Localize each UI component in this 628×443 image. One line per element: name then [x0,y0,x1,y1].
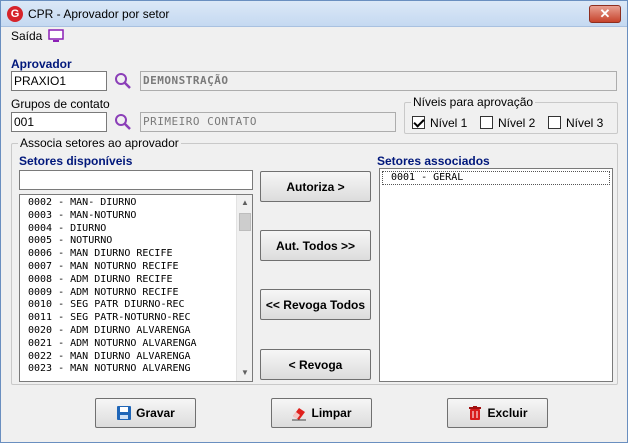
nivel1-label: Nível 1 [430,116,468,130]
list-item[interactable]: 0006 - MAN DIURNO RECIFE [20,248,252,261]
list-item[interactable]: 0009 - ADM NOTURNO RECIFE [20,287,252,300]
limpar-button[interactable]: Limpar [271,398,372,428]
revoga-label: < Revoga [288,357,343,372]
list-item[interactable]: 0023 - MAN NOTURNO ALVARENG [20,363,252,376]
save-icon [117,406,132,420]
aprovador-code-input[interactable]: PRAXIO1 [11,71,107,91]
monitor-icon[interactable] [48,29,64,43]
autoriza-label: Autoriza > [286,179,345,194]
revoga-button[interactable]: < Revoga [260,349,371,380]
list-item[interactable]: 0022 - MAN DIURNO ALVARENGA [20,351,252,364]
menu-saida[interactable]: Saída [11,29,42,43]
list-item[interactable]: 0007 - MAN NOTURNO RECIFE [20,261,252,274]
autoriza-button[interactable]: Autoriza > [260,171,371,202]
disponiveis-label: Setores disponíveis [19,154,133,168]
associa-title: Associa setores ao aprovador [18,136,181,150]
list-scrollbar[interactable]: ▲ ▼ [236,195,252,381]
search-icon[interactable] [114,113,132,131]
excluir-button[interactable]: Excluir [447,398,548,428]
search-icon[interactable] [114,72,132,90]
nivel3-label: Nível 3 [566,116,604,130]
grupos-name-field: PRIMEIRO CONTATO [140,112,396,132]
window-title: CPR - Aprovador por setor [28,7,170,21]
revoga-todos-label: << Revoga Todos [265,297,366,312]
list-item[interactable]: 0002 - MAN- DIURNO [20,197,252,210]
limpar-label: Limpar [311,406,352,420]
gravar-button[interactable]: Gravar [95,398,196,428]
main-window: G CPR - Aprovador por setor ✕ Saída Apro… [0,0,628,443]
filter-input[interactable] [19,170,253,190]
list-item[interactable]: 0008 - ADM DIURNO RECIFE [20,274,252,287]
app-logo-icon: G [7,6,23,22]
niveis-title: Níveis para aprovação [411,95,536,109]
scroll-up-icon[interactable]: ▲ [237,195,252,211]
list-item[interactable]: 0020 - ADM DIURNO ALVARENGA [20,325,252,338]
close-button[interactable]: ✕ [589,5,621,23]
grupos-label: Grupos de contato [11,97,110,111]
nivel2-checkbox[interactable] [480,116,493,129]
gravar-label: Gravar [136,406,175,420]
scroll-down-icon[interactable]: ▼ [237,365,252,381]
eraser-icon [292,408,307,421]
nivel3-checkbox[interactable] [548,116,561,129]
list-item[interactable]: 0011 - SEG PATR-NOTURNO-REC [20,312,252,325]
revoga-todos-button[interactable]: << Revoga Todos [260,289,371,320]
excluir-label: Excluir [487,406,528,420]
scroll-thumb[interactable] [239,213,251,231]
nivel1-checkbox[interactable] [412,116,425,129]
trash-icon [469,406,482,420]
list-item[interactable]: 0010 - SEG PATR DIURNO-REC [20,299,252,312]
associados-list[interactable]: 0001 - GERAL [379,168,613,382]
aut-todos-label: Aut. Todos >> [275,238,356,253]
list-item[interactable]: 0021 - ADM NOTURNO ALVARENGA [20,338,252,351]
aprovador-name-field: DEMONSTRAÇÃO [140,71,617,91]
title-bar[interactable]: G CPR - Aprovador por setor ✕ [1,1,627,27]
list-item[interactable]: 0004 - DIURNO [20,223,252,236]
list-item[interactable]: 0005 - NOTURNO [20,235,252,248]
list-item[interactable]: 0003 - MAN-NOTURNO [20,210,252,223]
grupos-code-input[interactable]: 001 [11,112,107,132]
list-item[interactable]: 0001 - GERAL [382,171,610,185]
aut-todos-button[interactable]: Aut. Todos >> [260,230,371,261]
aprovador-label: Aprovador [11,57,72,71]
nivel2-label: Nível 2 [498,116,536,130]
associados-label: Setores associados [377,154,490,168]
disponiveis-list[interactable]: 0002 - MAN- DIURNO 0003 - MAN-NOTURNO 00… [19,194,253,382]
niveis-groupbox: Níveis para aprovação Nível 1 Nível 2 Ní… [404,95,618,134]
